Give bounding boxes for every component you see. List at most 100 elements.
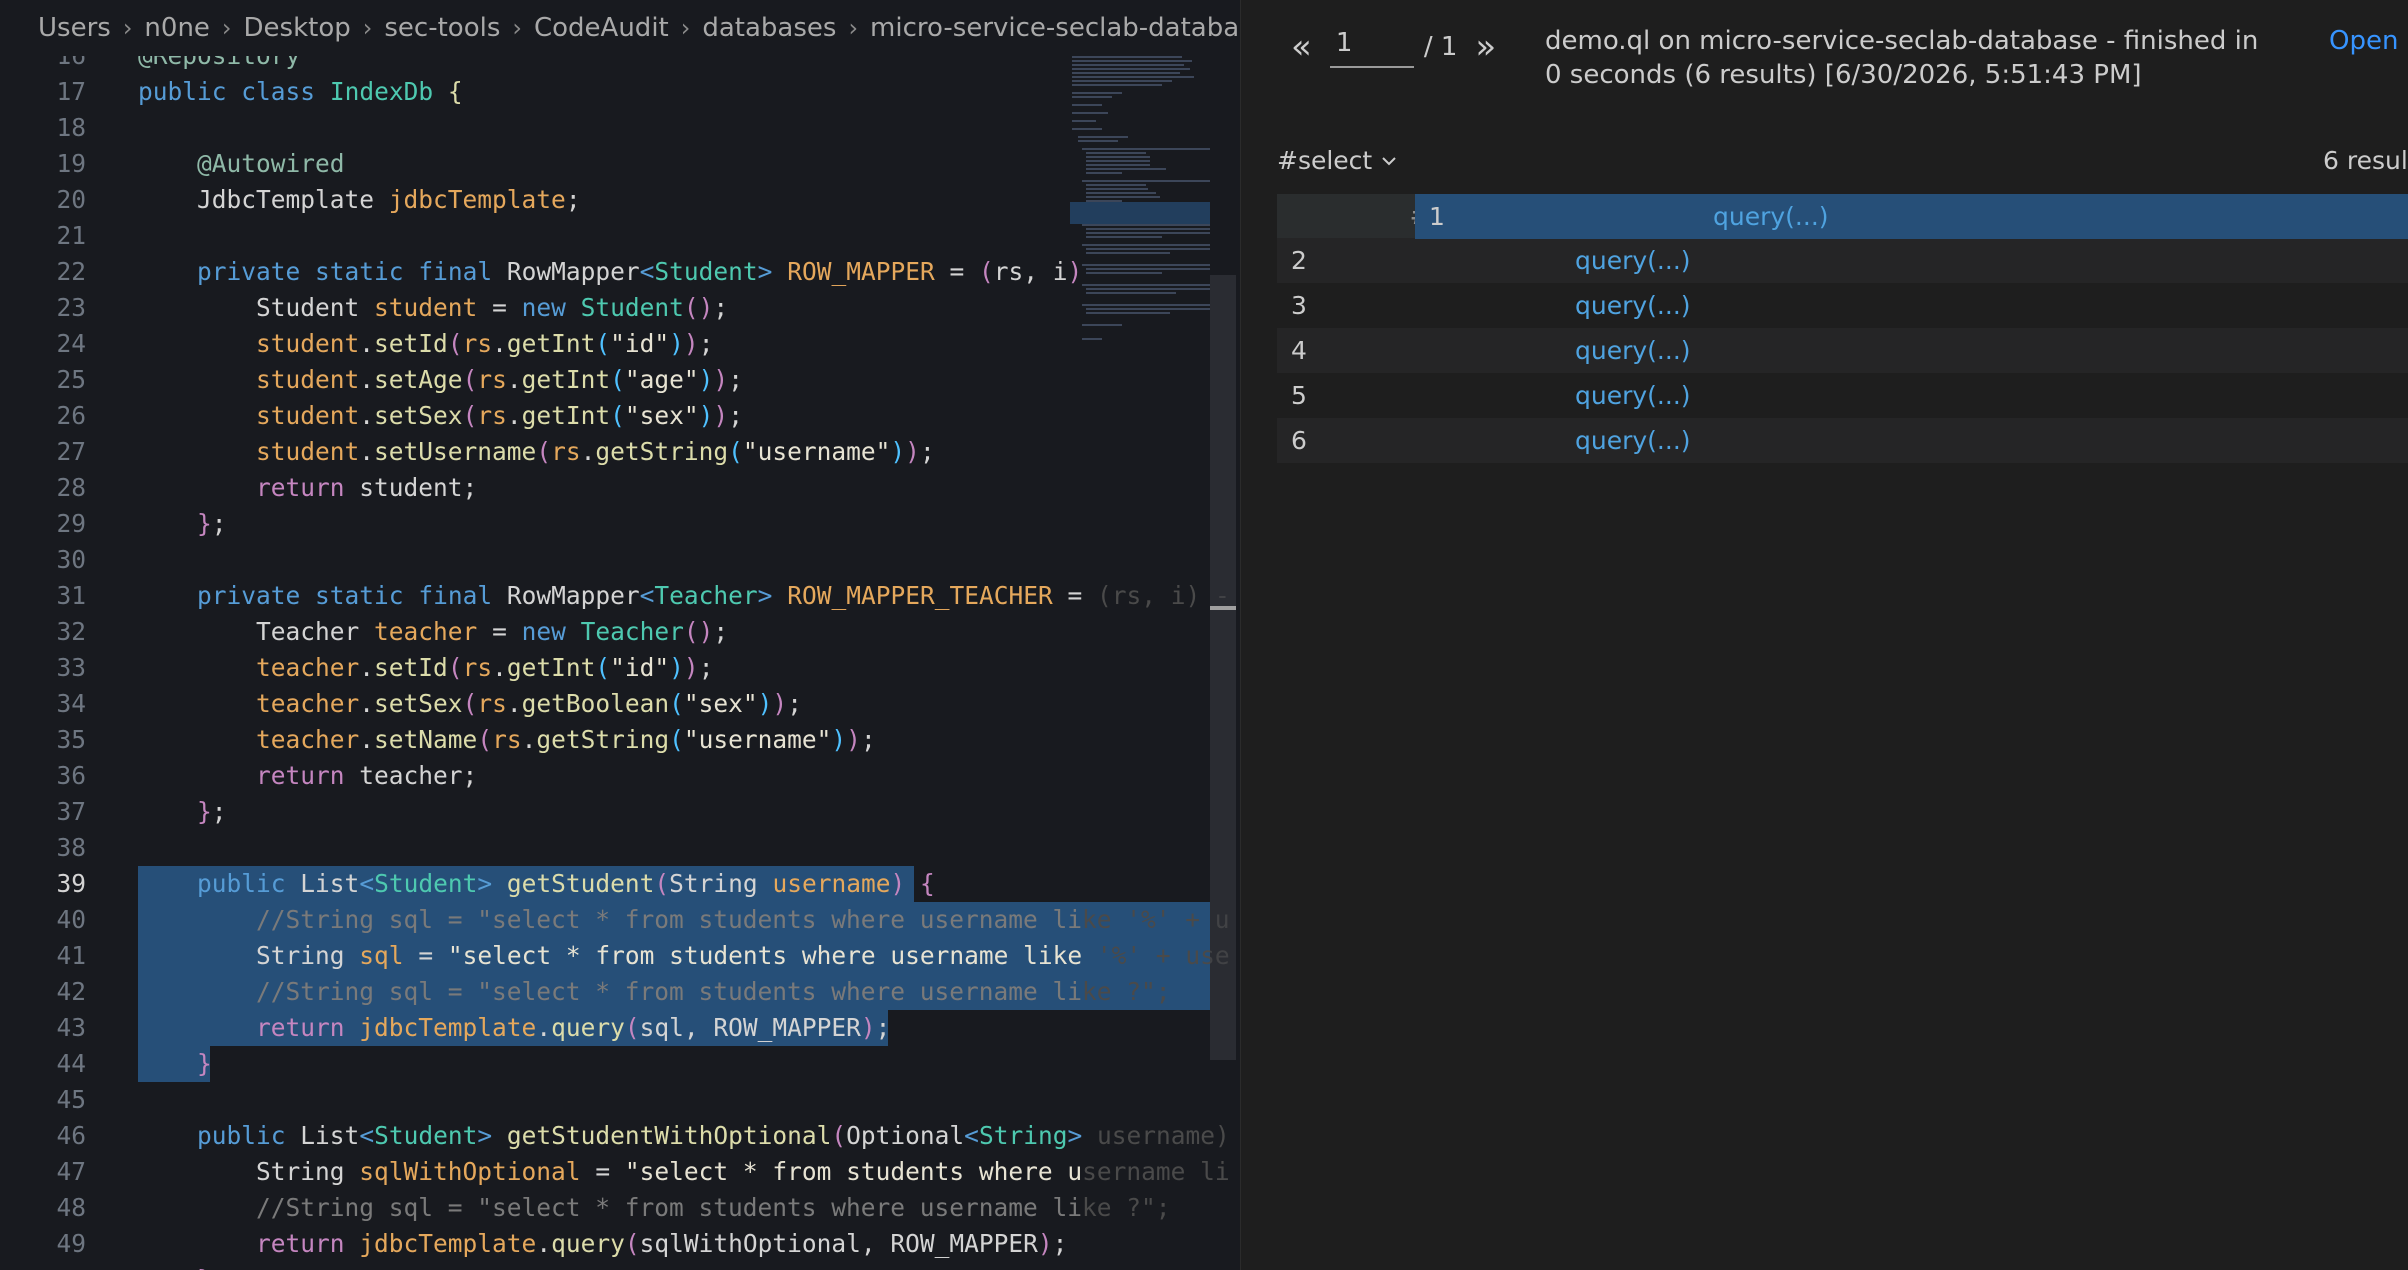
code-line[interactable]: 21 (0, 218, 1210, 254)
result-link[interactable]: query(...) (1563, 238, 2408, 283)
code-line[interactable]: 26 student.setSex(rs.getInt("sex")); (0, 398, 1210, 434)
code-lines[interactable]: 16@Repository17public class IndexDb {181… (0, 38, 1230, 1270)
result-set-select[interactable]: #select (1277, 146, 1398, 175)
breadcrumb-item[interactable]: sec-tools (384, 13, 500, 43)
code-line[interactable]: 43 return jdbcTemplate.query(sql, ROW_MA… (0, 1010, 1210, 1046)
code-text[interactable]: //String sql = "select * from students w… (138, 1190, 1171, 1226)
line-number: 48 (56, 1193, 86, 1222)
code-text[interactable]: String sql = "select * from students whe… (138, 938, 1230, 974)
code-text[interactable]: return student; (138, 470, 477, 506)
code-text[interactable]: return teacher; (138, 758, 477, 794)
line-number: 41 (56, 941, 86, 970)
next-page-icon[interactable]: » (1475, 27, 1496, 67)
code-text[interactable]: private static final RowMapper<Teacher> … (138, 578, 1230, 614)
code-line[interactable]: 20 JdbcTemplate jdbcTemplate; (0, 182, 1210, 218)
code-text[interactable]: @Autowired (138, 146, 345, 182)
code-line[interactable]: 40 //String sql = "select * from student… (0, 902, 1230, 938)
breadcrumb-item[interactable]: CodeAudit (534, 13, 669, 43)
result-link[interactable]: query(...) (1563, 283, 2408, 328)
table-row[interactable]: 2 query(...) (1277, 238, 2408, 283)
code-line[interactable]: 31 private static final RowMapper<Teache… (0, 578, 1229, 614)
line-number: 26 (56, 401, 86, 430)
code-line[interactable]: 19 @Autowired (0, 146, 1210, 182)
table-row[interactable]: 6 query(...) (1277, 418, 2408, 463)
code-line[interactable]: 39 public List<Student> getStudent(Strin… (0, 866, 1210, 902)
code-text[interactable]: teacher.setName(rs.getString("username")… (138, 722, 876, 758)
code-text[interactable]: student.setId(rs.getInt("id")); (138, 326, 713, 362)
result-link[interactable]: query(...) (1701, 194, 2408, 239)
code-line[interactable]: 23 Student student = new Student(); (0, 290, 1210, 326)
code-line[interactable]: 41 String sql = "select * from students … (0, 938, 1230, 974)
code-text[interactable]: }; (138, 506, 227, 542)
code-text[interactable]: student.setUsername(rs.getString("userna… (138, 434, 935, 470)
code-line[interactable]: 18 (0, 110, 1210, 146)
code-line[interactable]: 35 teacher.setName(rs.getString("usernam… (0, 722, 1210, 758)
code-line[interactable]: 37 }; (0, 794, 1210, 830)
code-line[interactable]: 44 } (0, 1046, 1210, 1082)
code-text[interactable]: return jdbcTemplate.query(sqlWithOptiona… (138, 1226, 1067, 1262)
page-number-input[interactable] (1329, 26, 1414, 68)
line-number: 49 (56, 1229, 86, 1258)
code-line[interactable]: 34 teacher.setSex(rs.getBoolean("sex")); (0, 686, 1210, 722)
line-number: 35 (56, 725, 86, 754)
code-text[interactable]: student.setSex(rs.getInt("sex")); (138, 398, 743, 434)
breadcrumb-item[interactable]: databases (702, 13, 836, 43)
code-text[interactable]: //String sql = "select * from students w… (138, 902, 1230, 938)
table-row[interactable]: 5 query(...) (1277, 373, 2408, 418)
code-line[interactable]: 24 student.setId(rs.getInt("id")); (0, 326, 1210, 362)
code-line[interactable]: 38 (0, 830, 1210, 866)
code-line[interactable]: } (0, 1262, 1210, 1270)
line-number: 21 (56, 221, 86, 250)
code-text[interactable]: public List<Student> getStudent(String u… (138, 866, 935, 902)
code-line[interactable]: 30 (0, 542, 1210, 578)
code-line[interactable]: 32 Teacher teacher = new Teacher(); (0, 614, 1210, 650)
code-text[interactable]: teacher.setId(rs.getInt("id")); (138, 650, 713, 686)
result-link[interactable]: query(...) (1563, 418, 2408, 463)
row-index: 3 (1291, 291, 1307, 320)
code-text[interactable]: Student student = new Student(); (138, 290, 728, 326)
code-text[interactable]: JdbcTemplate jdbcTemplate; (138, 182, 581, 218)
code-text[interactable]: }; (138, 794, 227, 830)
code-text[interactable]: //String sql = "select * from students w… (138, 974, 1171, 1010)
breadcrumb-item[interactable]: Desktop (244, 13, 351, 43)
code-line[interactable]: 48 //String sql = "select * from student… (0, 1190, 1210, 1226)
code-line[interactable]: 46 public List<Student> getStudentWithOp… (0, 1118, 1229, 1154)
code-line[interactable]: 47 String sqlWithOptional = "select * fr… (0, 1154, 1229, 1190)
breadcrumb-item[interactable]: Users (38, 13, 111, 43)
chevron-right-icon: › (362, 14, 373, 42)
code-text[interactable]: } (138, 1046, 212, 1082)
code-line[interactable]: 17 public class IndexDb { (0, 74, 1210, 110)
code-text[interactable]: } (138, 1262, 212, 1270)
code-text[interactable]: private static final RowMapper<Student> … (138, 254, 1082, 290)
breadcrumb-item[interactable]: micro-service-seclab-database (870, 13, 1240, 43)
code-text[interactable]: public class IndexDb { (138, 74, 463, 110)
code-line[interactable]: 25 student.setAge(rs.getInt("age")); (0, 362, 1210, 398)
table-row[interactable]: 1 query(...) (1415, 194, 2408, 239)
code-text[interactable]: Teacher teacher = new Teacher(); (138, 614, 728, 650)
chevron-right-icon: › (848, 14, 859, 42)
code-editor[interactable]: Users › n0ne › Desktop › sec-tools › CodeAud… (0, 0, 1240, 1270)
code-text[interactable]: return jdbcTemplate.query(sql, ROW_MAPPE… (138, 1010, 890, 1046)
breadcrumb-item[interactable]: n0ne (144, 13, 210, 43)
code-text[interactable]: String sqlWithOptional = "select * from … (138, 1154, 1230, 1190)
code-text[interactable]: public List<Student> getStudentWithOptio… (138, 1118, 1230, 1154)
code-line[interactable]: 33 teacher.setId(rs.getInt("id")); (0, 650, 1210, 686)
code-line[interactable]: 36 return teacher; (0, 758, 1210, 794)
code-line[interactable]: 29 }; (0, 506, 1210, 542)
result-link[interactable]: query(...) (1563, 373, 2408, 418)
line-number: 36 (56, 761, 86, 790)
code-line[interactable]: 22 private static final RowMapper<Studen… (0, 254, 1210, 290)
code-line[interactable]: 42 //String sql = "select * from student… (0, 974, 1210, 1010)
vertical-scrollbar[interactable] (1210, 275, 1236, 1060)
code-text[interactable]: student.setAge(rs.getInt("age")); (138, 362, 743, 398)
code-line[interactable]: 49 return jdbcTemplate.query(sqlWithOpti… (0, 1226, 1210, 1262)
code-line[interactable]: 27 student.setUsername(rs.getString("use… (0, 434, 1210, 470)
table-row[interactable]: 3 query(...) (1277, 283, 2408, 328)
table-row[interactable]: 4 query(...) (1277, 328, 2408, 373)
prev-page-icon[interactable]: « (1291, 27, 1312, 67)
code-line[interactable]: 28 return student; (0, 470, 1210, 506)
code-line[interactable]: 45 (0, 1082, 1210, 1118)
code-text[interactable]: teacher.setSex(rs.getBoolean("sex")); (138, 686, 802, 722)
open-query-link[interactable]: Open demo. (2329, 24, 2408, 58)
result-link[interactable]: query(...) (1563, 328, 2408, 373)
